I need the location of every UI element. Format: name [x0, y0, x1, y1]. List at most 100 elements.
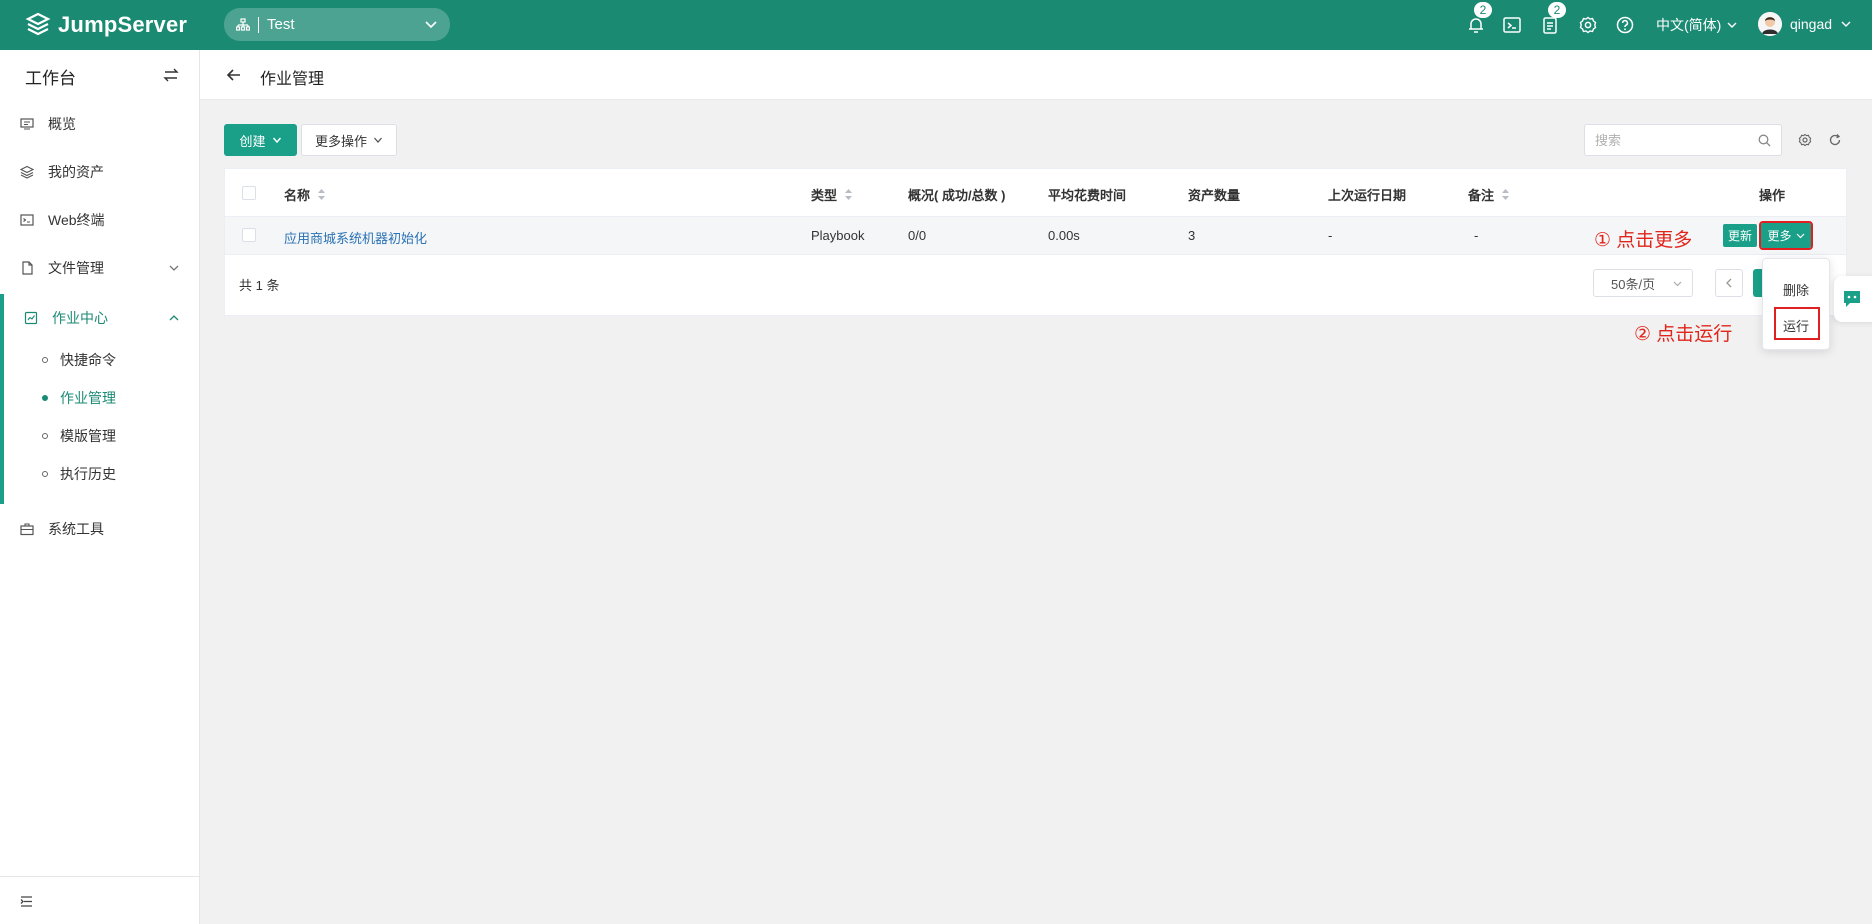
- user-menu[interactable]: qingad: [1758, 12, 1852, 36]
- sidebar-item-label: 系统工具: [48, 521, 104, 537]
- task-list-icon[interactable]: [1540, 15, 1560, 35]
- workspace-title: 工作台: [25, 69, 76, 88]
- username: qingad: [1790, 16, 1833, 32]
- annotation-step-2: ② 点击运行: [1634, 324, 1733, 345]
- sidebar-subitem-execution-history[interactable]: 执行历史: [0, 455, 200, 493]
- sidebar-subitem-label: 快捷命令: [60, 352, 116, 368]
- table-header: 名称 类型 概况( 成功/总数 ) 平均花费时间 资产数量 上次运行日期 备注 …: [225, 169, 1846, 217]
- bell-icon[interactable]: [1466, 15, 1486, 35]
- page-title: 作业管理: [260, 71, 325, 88]
- job-center-icon: [24, 311, 38, 325]
- sidebar-item-file-management[interactable]: 文件管理: [0, 244, 200, 292]
- sidebar-subitem-label: 作业管理: [60, 390, 116, 406]
- sidebar-subitem-label: 执行历史: [60, 466, 116, 482]
- terminal-icon: [20, 214, 34, 226]
- notification-badge: 2: [1474, 2, 1492, 18]
- chevron-down-icon: [374, 137, 382, 143]
- sidebar-item-job-center[interactable]: 作业中心: [0, 294, 200, 342]
- sidebar-item-web-terminal[interactable]: Web终端: [0, 196, 200, 244]
- jumpserver-logo[interactable]: JumpServer: [24, 10, 187, 40]
- select-all-checkbox[interactable]: [242, 186, 256, 200]
- page-size-select[interactable]: 50条/页: [1593, 269, 1693, 297]
- sidebar-item-label: 文件管理: [48, 260, 104, 276]
- sidebar: 工作台 概览 我的资产 Web终端 文件管理 作业中心 快捷命令 作业管理 模版…: [0, 50, 200, 924]
- dropdown-item-delete[interactable]: 删除: [1763, 280, 1829, 299]
- create-button[interactable]: 创建: [224, 124, 297, 156]
- column-header-name[interactable]: 名称: [284, 185, 326, 204]
- monitor-icon: [20, 118, 34, 130]
- avatar: [1758, 12, 1782, 36]
- layers-icon: [20, 165, 34, 179]
- search-box: [1584, 124, 1782, 156]
- column-header-label: 名称: [284, 188, 311, 203]
- job-type: Playbook: [811, 228, 865, 243]
- column-header-label: 操作: [1759, 188, 1786, 203]
- column-header-label: 概况( 成功/总数 ): [908, 188, 1006, 203]
- page-header: 作业管理: [200, 50, 1872, 100]
- toolbox-icon: [20, 523, 34, 536]
- gear-icon[interactable]: [1578, 15, 1598, 35]
- org-name: Test: [267, 16, 295, 33]
- job-average-time: 0.00s: [1048, 228, 1080, 243]
- help-icon[interactable]: [1615, 15, 1635, 35]
- column-header-label: 类型: [811, 188, 838, 203]
- refresh-icon[interactable]: [1828, 133, 1842, 147]
- switch-view-icon[interactable]: [163, 67, 179, 83]
- chevron-up-icon: [169, 315, 179, 321]
- more-actions-label: 更多操作: [314, 133, 367, 149]
- column-header-label: 资产数量: [1188, 188, 1241, 203]
- sort-icon[interactable]: [844, 188, 853, 201]
- sort-icon[interactable]: [1501, 188, 1510, 201]
- column-header-comment[interactable]: 备注: [1468, 185, 1510, 204]
- sidebar-subitem-quick-command[interactable]: 快捷命令: [0, 341, 200, 379]
- chevron-down-icon: [1796, 233, 1804, 239]
- column-header-label: 上次运行日期: [1328, 188, 1407, 203]
- create-button-label: 创建: [239, 133, 266, 149]
- sort-icon[interactable]: [317, 188, 326, 201]
- row-checkbox[interactable]: [242, 228, 256, 242]
- column-header-type[interactable]: 类型: [811, 185, 853, 204]
- jumpserver-logo-icon: [25, 12, 51, 36]
- arrow-left-icon[interactable]: [226, 67, 242, 83]
- organization-icon: [236, 17, 250, 31]
- collapse-sidebar-icon[interactable]: [20, 895, 33, 908]
- search-icon[interactable]: [1758, 134, 1771, 147]
- update-button[interactable]: 更新: [1723, 224, 1757, 247]
- sidebar-item-my-assets[interactable]: 我的资产: [0, 148, 200, 196]
- user-avatar-icon: [1758, 12, 1782, 36]
- job-last-run: -: [1328, 228, 1333, 243]
- sidebar-item-label: 我的资产: [48, 164, 104, 180]
- row-more-dropdown: 删除 运行: [1762, 258, 1830, 350]
- search-input[interactable]: [1585, 125, 1745, 155]
- chevron-left-icon: [1726, 278, 1732, 288]
- chevron-down-icon: [1727, 22, 1737, 28]
- terminal-icon[interactable]: [1502, 15, 1522, 35]
- bullet-icon: [42, 471, 48, 477]
- row-more-button[interactable]: 更多: [1759, 221, 1813, 250]
- chevron-down-icon: [169, 265, 179, 271]
- chevron-down-icon: [272, 137, 281, 144]
- job-name-link[interactable]: 应用商城系统机器初始化: [284, 228, 427, 247]
- language-selector[interactable]: 中文(简体): [1656, 15, 1738, 35]
- table-settings-icon[interactable]: [1798, 133, 1812, 147]
- page-size-label: 50条/页: [1611, 276, 1656, 292]
- sidebar-item-overview[interactable]: 概览: [0, 100, 200, 148]
- chevron-down-icon: [1673, 281, 1682, 287]
- column-header-asset-count: 资产数量: [1188, 185, 1240, 204]
- chat-bubble-icon: [1844, 291, 1860, 307]
- org-selector[interactable]: Test: [224, 8, 450, 41]
- sidebar-item-system-tools[interactable]: 系统工具: [0, 505, 200, 553]
- column-header-summary: 概况( 成功/总数 ): [908, 185, 1006, 204]
- file-icon: [22, 261, 33, 275]
- more-actions-button[interactable]: 更多操作: [301, 124, 397, 156]
- run-highlight-box: [1774, 307, 1820, 340]
- previous-page-button[interactable]: [1715, 269, 1743, 297]
- sidebar-subitem-template-management[interactable]: 模版管理: [0, 417, 200, 455]
- chevron-down-icon: [425, 21, 437, 29]
- chat-assistant-widget[interactable]: [1834, 276, 1872, 322]
- job-comment: -: [1474, 228, 1479, 243]
- top-header: JumpServer Test 2 2 中文(简体) qingad: [0, 0, 1872, 50]
- sidebar-subitem-job-management[interactable]: 作业管理: [0, 379, 200, 417]
- column-header-actions: 操作: [1759, 185, 1785, 204]
- brand-name: JumpServer: [58, 12, 188, 37]
